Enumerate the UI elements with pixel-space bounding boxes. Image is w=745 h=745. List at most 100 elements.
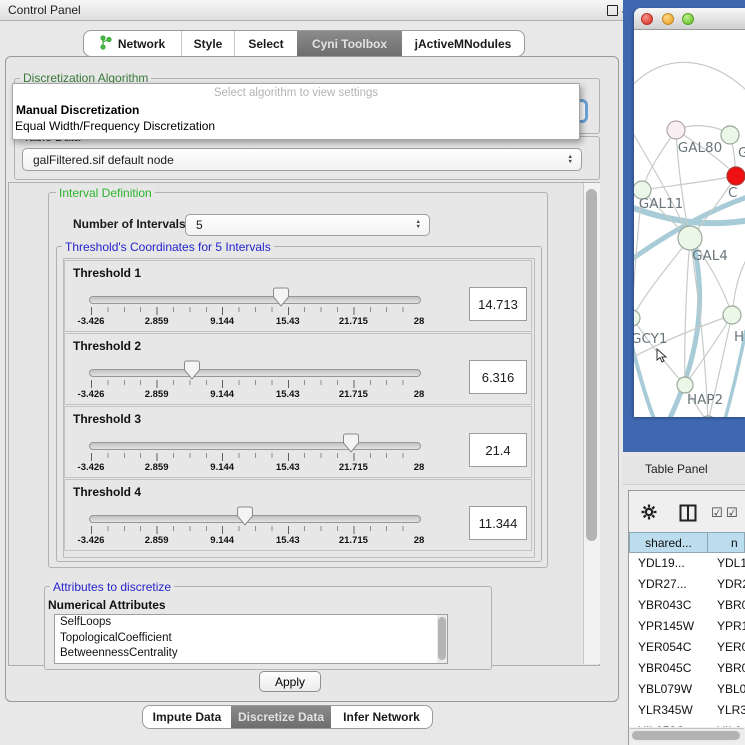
table-row[interactable]: YDL19... YDL1 [629, 553, 745, 574]
slider-thumb-icon[interactable] [183, 360, 200, 380]
attribute-list-item[interactable]: TopologicalCoefficient [55, 631, 447, 647]
network-window-titlebar[interactable] [634, 8, 745, 30]
tick-label: 28 [414, 535, 425, 546]
table-row[interactable]: YPR145W YPR1 [629, 616, 745, 637]
cell-shared-name[interactable]: YBR043C [638, 598, 691, 612]
threshold-value-field[interactable]: 6.316 [469, 360, 527, 394]
cell-shared-name[interactable]: YBL079W [638, 682, 692, 696]
numerical-attributes-list[interactable]: SelfLoopsTopologicalCoefficientBetweenne… [54, 614, 448, 664]
slider-track[interactable] [89, 369, 421, 377]
threshold-slider[interactable]: -3.4262.8599.14415.4321.71528 [89, 261, 421, 333]
slider-track[interactable] [89, 296, 421, 304]
column-header-shared-name[interactable]: shared... [629, 532, 708, 553]
slider-tick-labels: -3.4262.8599.14415.4321.71528 [91, 462, 419, 473]
attribute-list-item[interactable]: SelfLoops [55, 615, 447, 631]
threshold-value-field[interactable]: 11.344 [469, 506, 527, 540]
slider-track[interactable] [89, 442, 421, 450]
cell-shared-name[interactable]: YIL052C [638, 724, 685, 727]
checkbox-icon[interactable]: ☑ [726, 505, 738, 521]
tab-jactivemnodules[interactable]: jActiveMNodules [402, 31, 524, 56]
table-row[interactable]: YBR045C YBR0 [629, 658, 745, 679]
vertical-scrollbar[interactable] [583, 183, 600, 664]
tab-discretize-data[interactable]: Discretize Data [231, 706, 331, 728]
top-tab-strip: Network Style Select Cyni Toolbox jActiv… [83, 30, 525, 57]
table-data-combo[interactable]: galFiltered.sif default node ▲▼ [22, 148, 582, 171]
table-row[interactable]: YBR043C YBR0 [629, 595, 745, 616]
cell-shared-name[interactable]: YBR045C [638, 661, 691, 675]
num-intervals-combo[interactable]: 5 ▲▼ [185, 214, 430, 236]
slider-thumb-icon[interactable] [272, 287, 289, 307]
network-edge[interactable] [642, 130, 676, 190]
attribute-list-item[interactable]: BetweennessCentrality [55, 646, 447, 662]
slider-thumb-icon[interactable] [237, 506, 254, 526]
node-label: GAL4 [692, 248, 728, 264]
float-window-icon[interactable] [607, 5, 618, 16]
network-node[interactable] [723, 306, 741, 324]
tab-infer-network[interactable]: Infer Network [331, 706, 432, 728]
popup-option-manual[interactable]: Manual Discretization [16, 103, 139, 117]
table-row[interactable]: YLR345W YLR3 [629, 700, 745, 721]
tab-select-label: Select [248, 37, 283, 51]
threshold-slider[interactable]: -3.4262.8599.14415.4321.71528 [89, 480, 421, 552]
threshold-slider[interactable]: -3.4262.8599.14415.4321.71528 [89, 407, 421, 479]
column-header-name[interactable]: n [707, 532, 745, 553]
close-traffic-light-icon[interactable] [641, 13, 653, 25]
network-node[interactable] [727, 167, 745, 185]
tab-network[interactable]: Network [84, 31, 181, 56]
threshold-value-field[interactable]: 14.713 [469, 287, 527, 321]
network-node[interactable] [700, 416, 716, 417]
cell-shared-name[interactable]: YER054C [638, 640, 691, 654]
cell-shared-name[interactable]: YPR145W [638, 619, 694, 633]
attributes-list-scrollbar[interactable] [437, 615, 447, 663]
cell-name[interactable]: YLR3 [717, 703, 745, 717]
network-node[interactable] [667, 121, 685, 139]
cell-name[interactable]: YPR1 [717, 619, 745, 633]
table-horizontal-scrollbar[interactable] [630, 728, 744, 742]
minimize-traffic-light-icon[interactable] [662, 13, 674, 25]
zoom-traffic-light-icon[interactable] [682, 13, 694, 25]
cell-shared-name[interactable]: YDR27... [638, 577, 687, 591]
cell-name[interactable]: YBR0 [717, 661, 745, 675]
network-canvas[interactable]: GAL80G.CGAL11GAL4GCY1HHAP2 [634, 30, 745, 417]
cell-name[interactable]: YBR0 [717, 598, 745, 612]
checkbox-icon[interactable]: ☑ [711, 505, 723, 521]
split-columns-icon[interactable] [679, 504, 697, 527]
threshold-slider[interactable]: -3.4262.8599.14415.4321.71528 [89, 334, 421, 406]
cell-name[interactable]: YIL0 [717, 724, 742, 727]
apply-button[interactable]: Apply [259, 671, 321, 692]
tab-cyni-toolbox[interactable]: Cyni Toolbox [297, 31, 402, 56]
mouse-cursor [656, 348, 668, 364]
table-body[interactable]: YDL19... YDL1 YDR27... YDR2 YBR043C YBR0 YPR14… [629, 553, 745, 727]
network-edge[interactable] [642, 176, 736, 190]
cell-name[interactable]: YDR2 [717, 577, 745, 591]
network-node[interactable] [634, 310, 640, 326]
cell-shared-name[interactable]: YDL19... [638, 556, 685, 570]
table-row[interactable]: YBL079W YBL0 [629, 679, 745, 700]
slider-track[interactable] [89, 515, 421, 523]
cell-shared-name[interactable]: YLR345W [638, 703, 693, 717]
popup-option-equal-width[interactable]: Equal Width/Frequency Discretization [15, 119, 215, 133]
tick-label: -3.426 [78, 535, 105, 546]
table-row[interactable]: YER054C YER0 [629, 637, 745, 658]
network-node[interactable] [677, 377, 693, 393]
slider-thumb-icon[interactable] [343, 433, 360, 453]
cell-name[interactable]: YBL0 [717, 682, 745, 696]
cell-name[interactable]: YDL1 [717, 556, 745, 570]
table-row[interactable]: YDR27... YDR2 [629, 574, 745, 595]
network-node[interactable] [721, 126, 739, 144]
node-label: G. [738, 145, 745, 161]
slider-tick-labels: -3.4262.8599.14415.4321.71528 [91, 316, 419, 327]
scrollbar-thumb[interactable] [586, 189, 597, 541]
network-node[interactable] [678, 226, 702, 250]
gear-icon[interactable] [640, 503, 658, 526]
tick-label: 15.43 [276, 535, 300, 546]
algorithm-popup: Select algorithm to view settings Manual… [12, 83, 580, 140]
tab-style-label: Style [194, 37, 223, 51]
cell-name[interactable]: YER0 [717, 640, 745, 654]
tab-select[interactable]: Select [234, 31, 297, 56]
threshold-value-field[interactable]: 21.4 [469, 433, 527, 467]
table-row[interactable]: YIL052C YIL0 [629, 721, 745, 727]
network-edge[interactable] [634, 62, 745, 92]
tab-impute-data[interactable]: Impute Data [143, 706, 231, 728]
tab-style[interactable]: Style [181, 31, 234, 56]
